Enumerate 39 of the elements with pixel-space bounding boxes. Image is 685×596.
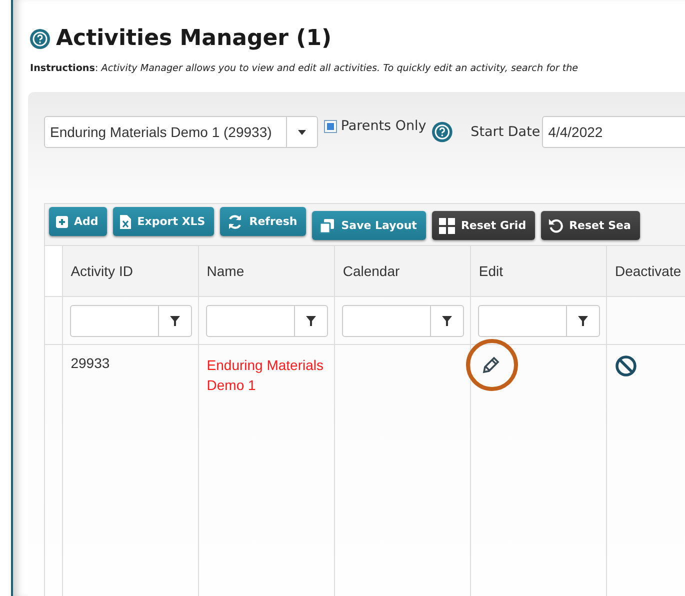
block-icon[interactable] [614,355,637,377]
parents-only-label: Parents Only [340,118,426,134]
pencil-icon[interactable] [480,355,501,375]
excel-file-icon [120,214,132,228]
column-filter-field[interactable] [206,304,328,336]
toolbar-button[interactable]: Export XLS [113,207,214,236]
instructions-text: Instructions: Activity Manager allows you to view and edit all activities. To quickly edit an activity, search for the [30,63,580,74]
filter-icon [306,316,316,326]
toolbar-button[interactable]: Add [49,207,108,236]
column-header[interactable]: Edit [470,246,606,296]
undo-icon [548,218,564,233]
column-filter-field[interactable] [478,304,600,336]
column-header[interactable]: Deactivate [606,246,685,296]
copy-icon [319,218,336,234]
column-header[interactable]: Name [198,246,334,296]
refresh-icon [227,214,244,230]
start-date-field[interactable]: 4/4/2022 [542,116,685,148]
column-filter-field[interactable] [70,304,192,336]
caret-icon [298,130,306,134]
parents-only-checkbox[interactable] [324,120,337,133]
toolbar-button[interactable]: Reset Grid [432,211,536,240]
start-date-label: Start Date [470,124,540,140]
column-header[interactable]: Activity ID [62,246,198,296]
toolbar-button[interactable]: Refresh [220,207,306,236]
activity-dropdown[interactable]: Enduring Materials Demo 1 (29933) [44,116,318,148]
activity-name-link[interactable]: Enduring Materials Demo 1 [206,355,326,395]
plus-icon [56,216,68,228]
filter-icon [170,316,180,326]
toolbar-button[interactable]: Reset Sea [541,211,640,240]
grid-icon [438,218,455,234]
column-header[interactable]: Calendar [334,246,470,296]
filter-icon [442,316,452,326]
help-icon[interactable] [432,121,453,143]
table-cell: 29933 [70,355,110,371]
toolbar-button[interactable]: Save Layout [312,211,426,240]
filter-icon [578,316,588,326]
page-title: Activities Manager (1) [56,26,332,51]
column-filter-field[interactable] [342,304,464,336]
help-icon[interactable] [30,28,50,48]
